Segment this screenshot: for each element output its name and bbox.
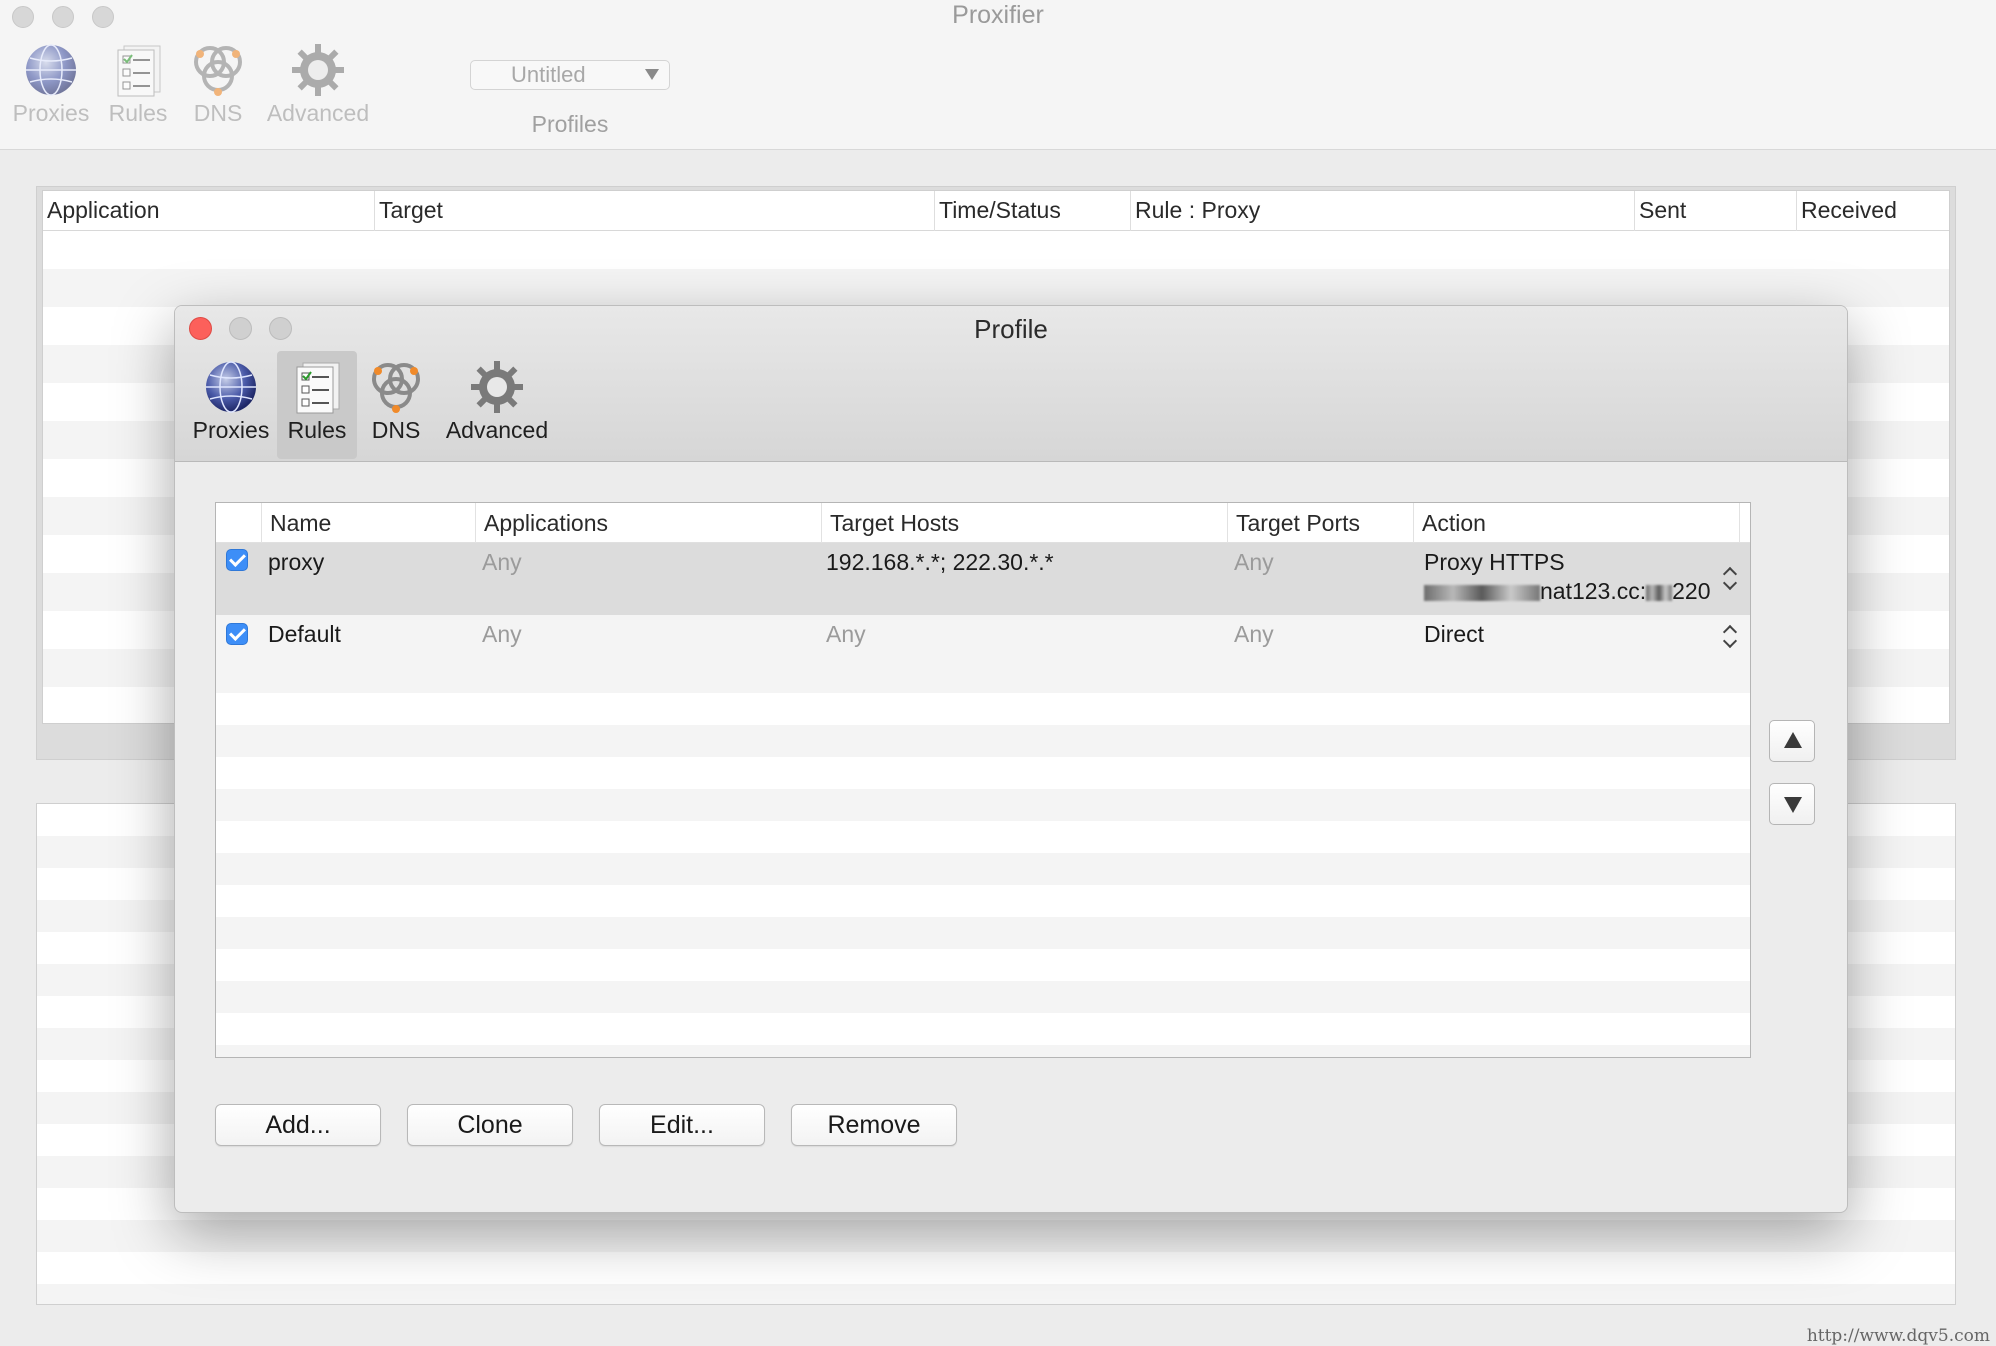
tab-proxies[interactable]: Proxies bbox=[189, 351, 273, 459]
column-applications[interactable]: Applications bbox=[476, 503, 822, 543]
remove-rule-button[interactable]: Remove bbox=[791, 1104, 957, 1146]
tab-rules[interactable]: Rules bbox=[277, 351, 357, 459]
move-rule-down-button[interactable] bbox=[1769, 783, 1815, 825]
profile-sheet: Profile Proxies Rules DNS Advanced Name … bbox=[174, 305, 1848, 1213]
tab-dns-label: DNS bbox=[371, 417, 421, 443]
column-enabled[interactable] bbox=[216, 503, 262, 543]
rules-table[interactable]: Name Applications Target Hosts Target Po… bbox=[215, 502, 1751, 1058]
toolbar-rules-label: Rules bbox=[108, 100, 168, 126]
dns-icon bbox=[372, 363, 420, 413]
rule-name: Default bbox=[268, 621, 341, 647]
column-application[interactable]: Application bbox=[43, 191, 375, 231]
arrow-up-icon bbox=[1784, 732, 1802, 748]
column-action[interactable]: Action bbox=[1414, 503, 1740, 543]
updown-chevron-icon[interactable] bbox=[1724, 623, 1738, 647]
tab-rules-label: Rules bbox=[287, 417, 347, 443]
toolbar-dns-label: DNS bbox=[193, 100, 243, 126]
toolbar-advanced[interactable]: Advanced bbox=[264, 42, 372, 127]
connections-table-header: Application Target Time/Status Rule : Pr… bbox=[43, 191, 1949, 231]
rule-target-hosts: 192.168.*.*; 222.30.*.* bbox=[826, 549, 1054, 575]
profile-toolbar: Profile Proxies Rules DNS Advanced bbox=[175, 306, 1847, 462]
move-rule-up-button[interactable] bbox=[1769, 720, 1815, 762]
dns-icon bbox=[194, 46, 242, 96]
rule-target-hosts: Any bbox=[826, 621, 866, 647]
toolbar-proxies[interactable]: Proxies bbox=[12, 42, 90, 127]
watermark: http://www.dqv5.com bbox=[1806, 1326, 1990, 1346]
profile-select-value: Untitled bbox=[511, 62, 586, 87]
toolbar-dns[interactable]: DNS bbox=[184, 42, 252, 127]
rule-action-proxy: nat123.cc: 220 bbox=[1424, 578, 1711, 605]
rule-applications: Any bbox=[482, 549, 522, 575]
tab-dns[interactable]: DNS bbox=[361, 351, 431, 459]
rule-action-type: Direct bbox=[1424, 621, 1485, 647]
table-row[interactable]: Default Any Any Any Direct bbox=[216, 615, 1750, 661]
redacted-port bbox=[1646, 584, 1673, 601]
toolbar-proxies-label: Proxies bbox=[12, 100, 90, 126]
window-title: Proxifier bbox=[952, 1, 1044, 29]
column-sent[interactable]: Sent bbox=[1635, 191, 1797, 231]
rule-action[interactable]: Proxy HTTPS nat123.cc: 220 bbox=[1424, 549, 1711, 605]
tab-proxies-label: Proxies bbox=[192, 417, 270, 443]
clone-rule-button[interactable]: Clone bbox=[407, 1104, 573, 1146]
rule-enabled-checkbox[interactable] bbox=[226, 549, 248, 571]
profile-select[interactable]: Untitled bbox=[470, 60, 670, 90]
column-name[interactable]: Name bbox=[262, 503, 476, 543]
column-received[interactable]: Received bbox=[1797, 191, 1949, 231]
rules-table-header: Name Applications Target Hosts Target Po… bbox=[216, 503, 1750, 543]
gear-icon bbox=[471, 361, 523, 413]
column-target-ports[interactable]: Target Ports bbox=[1228, 503, 1414, 543]
gear-icon bbox=[292, 44, 344, 96]
column-time-status[interactable]: Time/Status bbox=[935, 191, 1131, 231]
column-target[interactable]: Target bbox=[375, 191, 935, 231]
rules-icon bbox=[296, 362, 340, 414]
rule-applications: Any bbox=[482, 621, 522, 647]
rules-table-empty-rows bbox=[216, 661, 1750, 1057]
column-rule-proxy[interactable]: Rule : Proxy bbox=[1131, 191, 1635, 231]
updown-chevron-icon[interactable] bbox=[1724, 565, 1738, 589]
rule-action-proxy-port: 220 bbox=[1672, 578, 1711, 604]
tab-advanced-label: Advanced bbox=[445, 417, 549, 443]
redacted-host bbox=[1424, 584, 1540, 601]
arrow-down-icon bbox=[1784, 797, 1802, 813]
edit-rule-button[interactable]: Edit... bbox=[599, 1104, 765, 1146]
toolbar-advanced-label: Advanced bbox=[266, 100, 370, 126]
table-row[interactable]: proxy Any 192.168.*.*; 222.30.*.* Any Pr… bbox=[216, 543, 1750, 615]
rule-target-ports: Any bbox=[1234, 621, 1274, 647]
globe-icon bbox=[206, 361, 256, 413]
chevron-down-icon bbox=[645, 69, 659, 80]
main-toolbar: Proxifier Proxies Rules DNS Advanced Unt… bbox=[0, 0, 1996, 150]
rule-action-type: Proxy HTTPS bbox=[1424, 549, 1565, 575]
toolbar-rules[interactable]: Rules bbox=[104, 42, 172, 127]
tab-advanced[interactable]: Advanced bbox=[439, 351, 555, 459]
column-target-hosts[interactable]: Target Hosts bbox=[822, 503, 1228, 543]
profiles-label: Profiles bbox=[531, 111, 609, 137]
rule-target-ports: Any bbox=[1234, 549, 1274, 575]
globe-icon bbox=[26, 44, 76, 96]
sheet-title: Profile bbox=[974, 314, 1048, 344]
rule-name: proxy bbox=[268, 549, 325, 575]
rule-action[interactable]: Direct bbox=[1424, 621, 1484, 648]
rule-enabled-checkbox[interactable] bbox=[226, 623, 248, 645]
rule-action-proxy-host: nat123.cc: bbox=[1540, 578, 1647, 604]
add-rule-button[interactable]: Add... bbox=[215, 1104, 381, 1146]
rules-icon bbox=[117, 45, 161, 97]
